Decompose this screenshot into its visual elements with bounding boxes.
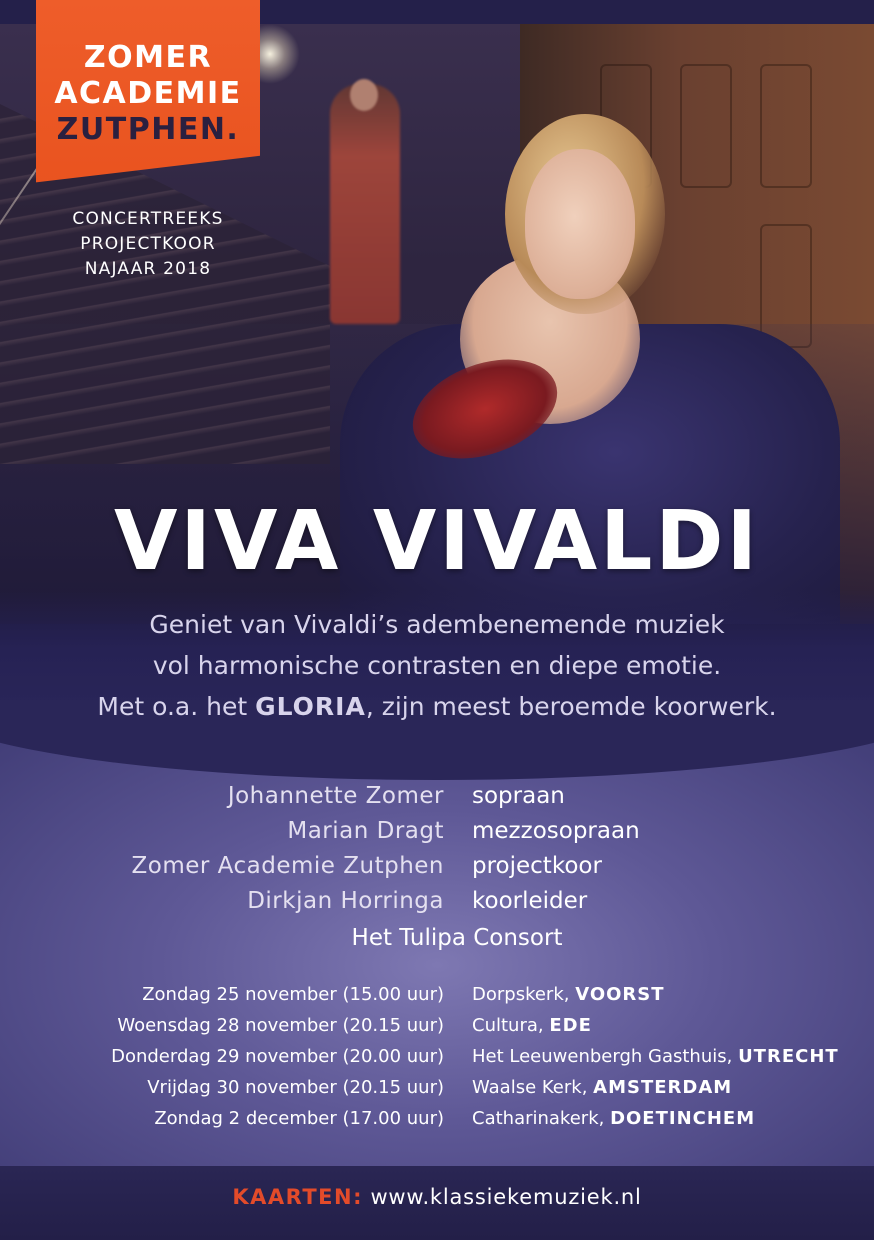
venue-name: Cultura, bbox=[472, 1015, 550, 1036]
venue-name: Waalse Kerk, bbox=[472, 1077, 594, 1098]
venue-city: DOETINCHEM bbox=[610, 1108, 756, 1129]
intro-gloria: GLORIA bbox=[255, 692, 366, 721]
series-line-2: PROJECTKOOR bbox=[80, 234, 216, 254]
venue-city: EDE bbox=[549, 1015, 592, 1036]
concert-venue: Waalse Kerk, AMSTERDAM bbox=[472, 1075, 732, 1101]
performer-name: Marian Dragt bbox=[287, 818, 444, 844]
ensemble-name: Het Tulipa Consort bbox=[351, 925, 563, 951]
intro-line-3-pre: Met o.a. het bbox=[97, 692, 256, 721]
tickets-line: KAARTEN: www.klassiekemuziek.nl bbox=[0, 1182, 874, 1212]
performer-role: koorleider bbox=[472, 888, 588, 914]
concert-venue: Catharinakerk, DOETINCHEM bbox=[472, 1106, 755, 1132]
intro-line-3: Met o.a. het GLORIA, zijn meest beroemde… bbox=[0, 686, 874, 727]
venue-name: Het Leeuwenbergh Gasthuis, bbox=[472, 1046, 739, 1067]
singer-face bbox=[525, 149, 635, 299]
performer-name: Johannette Zomer bbox=[227, 783, 444, 809]
performer-role: projectkoor bbox=[472, 853, 602, 879]
concert-date: Zondag 2 december (17.00 uur) bbox=[154, 1108, 444, 1129]
venue-city: AMSTERDAM bbox=[593, 1077, 733, 1098]
performer-role: mezzosopraan bbox=[472, 818, 640, 844]
concert-date: Zondag 25 november (15.00 uur) bbox=[142, 984, 444, 1005]
venue-name: Catharinakerk, bbox=[472, 1108, 611, 1129]
priest-head bbox=[350, 79, 378, 111]
performer-name: Dirkjan Horringa bbox=[247, 888, 444, 914]
headline: VIVA VIVALDI bbox=[113, 494, 761, 589]
concert-date: Woensdag 28 november (20.15 uur) bbox=[117, 1015, 444, 1036]
performer-name: Zomer Academie Zutphen bbox=[131, 853, 444, 879]
intro-line-3-post: , zijn meest beroemde koorwerk. bbox=[365, 692, 777, 721]
concert-date: Vrijdag 30 november (20.15 uur) bbox=[147, 1077, 444, 1098]
logo-line-2: ACADEMIE bbox=[54, 76, 242, 111]
priest-figure bbox=[330, 84, 400, 324]
concert-poster: ZOMER ACADEMIE ZUTPHEN. CONCERTREEKS PRO… bbox=[0, 0, 874, 1240]
performer-role: sopraan bbox=[472, 783, 565, 809]
venue-city: UTRECHT bbox=[738, 1046, 839, 1067]
tickets-url[interactable]: www.klassiekemuziek.nl bbox=[363, 1185, 642, 1209]
intro-line-1: Geniet van Vivaldi’s adembenemende muzie… bbox=[149, 610, 725, 639]
series-line-1: CONCERTREEKS bbox=[72, 209, 224, 229]
series-line-3: NAJAAR 2018 bbox=[84, 259, 212, 279]
venue-city: VOORST bbox=[575, 984, 665, 1005]
concert-venue: Cultura, EDE bbox=[472, 1013, 592, 1039]
intro-line-2: vol harmonische contrasten en diepe emot… bbox=[152, 651, 722, 680]
logo-line-1: ZOMER bbox=[83, 40, 213, 75]
concert-venue: Dorpskerk, VOORST bbox=[472, 982, 665, 1008]
venue-name: Dorpskerk, bbox=[472, 984, 576, 1005]
logo-line-3: ZUTPHEN. bbox=[56, 112, 240, 147]
concert-date: Donderdag 29 november (20.00 uur) bbox=[111, 1046, 444, 1067]
concert-venue: Het Leeuwenbergh Gasthuis, UTRECHT bbox=[472, 1044, 839, 1070]
tickets-label: KAARTEN: bbox=[232, 1185, 363, 1209]
wood-panel bbox=[680, 64, 732, 188]
wood-panel bbox=[760, 64, 812, 188]
